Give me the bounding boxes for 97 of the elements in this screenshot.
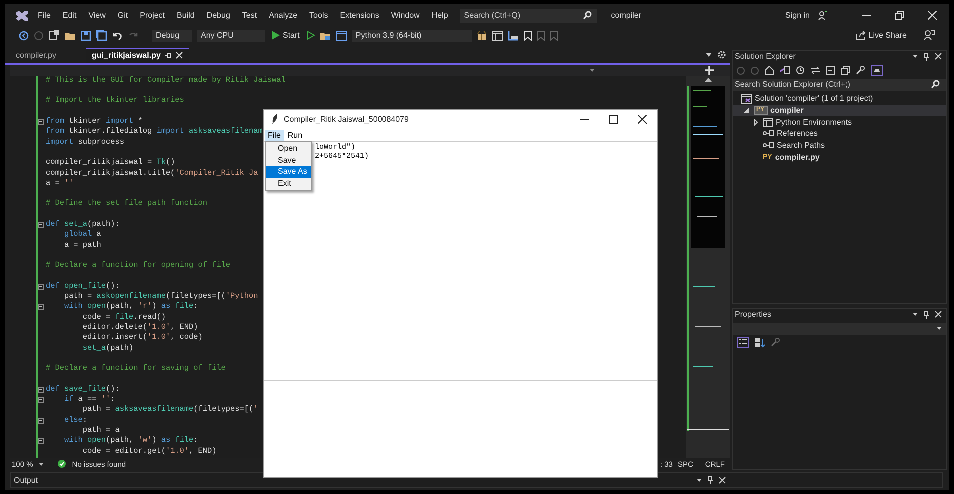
window-title: Compiler_Ritik Jaiswal_500084079 <box>284 115 409 124</box>
environment-icon <box>763 118 773 127</box>
collapse-icon[interactable] <box>38 119 44 126</box>
save-all-icon[interactable] <box>96 30 107 42</box>
panel-title: Output <box>14 476 38 485</box>
pin-icon[interactable] <box>924 310 929 319</box>
menu-item[interactable]: Debug <box>206 11 230 20</box>
reference-icon <box>763 142 774 149</box>
new-project-icon[interactable] <box>49 30 60 42</box>
menu-item[interactable]: Tools <box>310 11 328 20</box>
panel-title: Solution Explorer <box>735 52 796 62</box>
plus-icon[interactable] <box>705 66 714 75</box>
settings-icon[interactable] <box>718 51 726 60</box>
menu-item[interactable]: File <box>38 11 51 20</box>
collapse-all-icon[interactable] <box>826 66 835 76</box>
menu-item[interactable]: File <box>265 130 284 140</box>
configuration-dropdown[interactable]: Debug <box>152 30 192 42</box>
folder-icon[interactable] <box>65 30 76 41</box>
person-icon[interactable] <box>818 10 828 21</box>
collapse-icon[interactable] <box>38 222 44 228</box>
menu-item[interactable]: Save <box>266 154 311 166</box>
maximize-icon[interactable] <box>609 115 618 124</box>
copy-icon[interactable] <box>841 66 850 76</box>
restore-icon[interactable] <box>895 11 904 20</box>
pin-icon[interactable] <box>924 52 929 61</box>
dropdown-icon[interactable] <box>697 478 702 482</box>
dropdown-icon[interactable] <box>913 313 918 316</box>
history-icon[interactable] <box>796 66 805 76</box>
environment-dropdown[interactable]: Python 3.9 (64-bit) <box>352 30 472 42</box>
dropdown-icon[interactable] <box>913 55 918 58</box>
play-outline-icon[interactable] <box>306 31 315 40</box>
menu-item[interactable]: Git <box>118 11 128 20</box>
solution-icon <box>741 94 752 104</box>
collapse-icon[interactable] <box>38 284 44 290</box>
close-icon[interactable] <box>638 115 647 124</box>
tree-item[interactable]: Solution 'compiler' (1 of 1 project) <box>733 92 946 105</box>
search-icon[interactable] <box>931 80 940 90</box>
tree-item[interactable]: Search Paths <box>733 140 946 152</box>
tree-item[interactable]: References <box>733 128 946 140</box>
collapse-icon[interactable] <box>38 386 44 393</box>
start-button[interactable]: Start <box>270 31 302 40</box>
undo-icon[interactable] <box>112 30 123 41</box>
reference-icon <box>763 130 774 138</box>
collapse-icon[interactable] <box>38 397 44 404</box>
live-share-button[interactable]: Live Share <box>854 31 909 40</box>
file-tab[interactable]: compiler.py <box>10 48 86 63</box>
file-tab[interactable]: gui_ritikjaiswal.py <box>86 48 189 63</box>
package-icon[interactable] <box>476 30 487 41</box>
sync-icon[interactable] <box>811 67 820 74</box>
search-icon[interactable] <box>583 11 592 20</box>
wrench-icon[interactable] <box>856 66 865 76</box>
collapse-icon[interactable] <box>38 438 44 444</box>
folder-icon[interactable] <box>320 30 331 41</box>
collapsed-icon[interactable] <box>754 118 758 126</box>
dropdown-icon[interactable] <box>937 327 942 330</box>
search-field[interactable]: Search (Ctrl+Q) <box>460 8 598 23</box>
layout-icon[interactable] <box>492 30 503 41</box>
pin-icon[interactable] <box>164 52 172 60</box>
preview-icon[interactable] <box>871 65 883 76</box>
platform-dropdown[interactable]: Any CPU <box>197 30 265 42</box>
tree-item[interactable]: Python Environments <box>733 116 946 128</box>
menu-item[interactable]: Open <box>266 143 311 154</box>
collapse-icon[interactable] <box>38 304 44 310</box>
feedback-icon[interactable] <box>924 30 935 42</box>
menu-item[interactable]: Save As <box>266 166 311 178</box>
vs-logo-icon <box>15 10 29 22</box>
pin-icon[interactable] <box>708 476 713 484</box>
check-icon <box>58 460 66 468</box>
menu-item[interactable]: Run <box>284 130 306 140</box>
home-icon[interactable] <box>765 66 774 76</box>
menu-item[interactable]: Window <box>391 11 420 20</box>
play-icon <box>272 31 280 40</box>
menu-item[interactable]: Edit <box>62 11 77 20</box>
back-icon[interactable] <box>19 30 29 41</box>
menu-item[interactable]: Project <box>140 11 166 20</box>
sign-in-link[interactable]: Sign in <box>786 11 810 20</box>
menu-item[interactable]: Analyze <box>269 11 298 20</box>
categorized-icon[interactable] <box>737 337 749 348</box>
search-field[interactable]: Search Solution Explorer (Ctrl+;) <box>733 78 946 91</box>
menu-item[interactable]: View <box>88 11 106 20</box>
menu-item[interactable]: Exit <box>266 178 311 189</box>
alphabetical-icon[interactable] <box>755 338 765 348</box>
menu-item[interactable]: Help <box>432 11 448 20</box>
dropdown-icon[interactable] <box>590 68 595 72</box>
dropdown-icon[interactable] <box>39 462 44 466</box>
panel-title: Properties <box>735 310 772 320</box>
collapse-icon[interactable] <box>38 418 44 424</box>
window-icon[interactable] <box>336 30 347 41</box>
share-icon <box>856 31 866 40</box>
menu-item[interactable]: Test <box>242 11 258 20</box>
save-icon[interactable] <box>81 30 91 41</box>
expanded-icon[interactable] <box>744 108 749 113</box>
menu-item[interactable]: Build <box>177 11 195 20</box>
dropdown-icon[interactable] <box>706 53 712 58</box>
feather-icon <box>272 114 278 125</box>
solution-name: compiler <box>611 11 642 20</box>
menu-item[interactable]: Extensions <box>340 11 380 20</box>
